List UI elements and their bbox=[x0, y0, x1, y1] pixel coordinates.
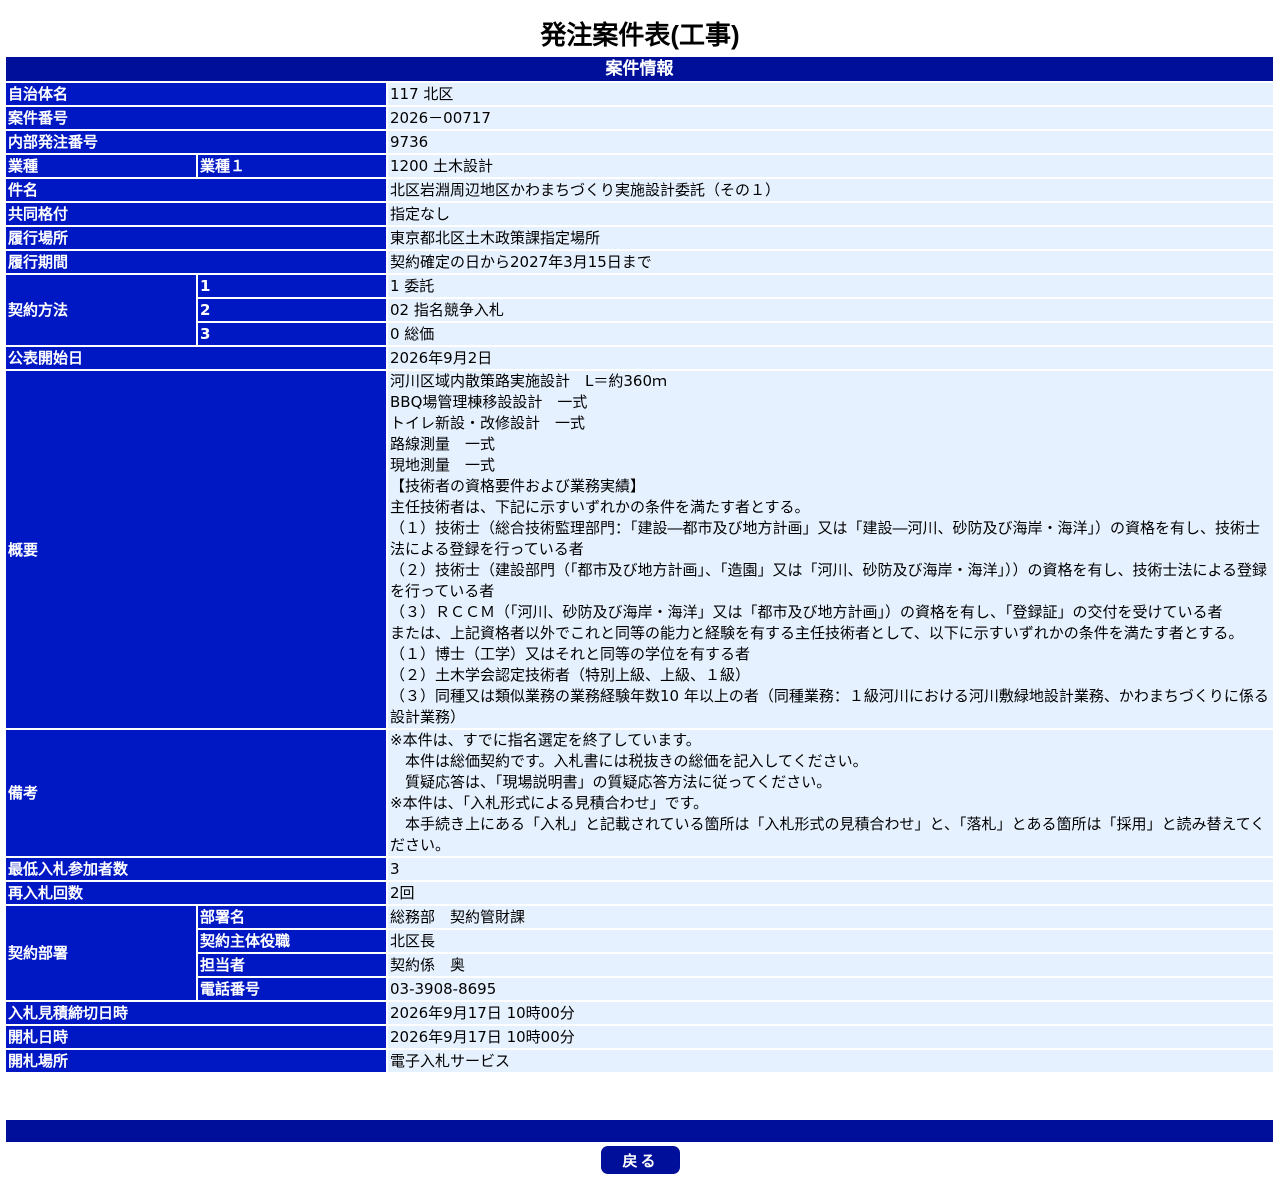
remarks-line: 本手続き上にある「入札」と記載されている箇所は「入札形式の見積合わせ」と、「落札… bbox=[390, 815, 1266, 854]
table-row: 履行期間 契約確定の日から2027年3月15日まで bbox=[6, 251, 1274, 273]
contract-method-value: 02 指名競争入札 bbox=[386, 299, 1274, 321]
publication-date-value: 2026年9月2日 bbox=[386, 347, 1274, 369]
table-row: 契約方法 1 1 委託 bbox=[6, 275, 1274, 345]
contract-method-sublabel: 1 bbox=[196, 275, 386, 297]
case-number-value: 2026－00717 bbox=[386, 107, 1274, 129]
opening-datetime-label: 開札日時 bbox=[6, 1026, 386, 1048]
remarks-line: ※本件は、すでに指名選定を終了しています。 bbox=[390, 731, 701, 749]
table-row: 案件番号 2026－00717 bbox=[6, 107, 1274, 129]
remarks-line: ※本件は、「入札形式による見積合わせ」です。 bbox=[390, 794, 709, 812]
person-in-charge-label: 担当者 bbox=[196, 954, 386, 976]
table-row: 概要 河川区域内散策路実施設計 L＝約360ｍ BBQ場管理棟移設設計 一式 ト… bbox=[6, 371, 1274, 728]
table-row: 自治体名 117 北区 bbox=[6, 83, 1274, 105]
location-label: 履行場所 bbox=[6, 227, 386, 249]
table-row: 備考 ※本件は、すでに指名選定を終了しています。 本件は総価契約です。入札書には… bbox=[6, 730, 1274, 856]
table-row: 開札場所 電子入札サービス bbox=[6, 1050, 1274, 1072]
industry-label: 業種 bbox=[6, 155, 196, 177]
table-row: 契約部署 部署名 総務部 契約管財課 bbox=[6, 906, 1274, 1000]
back-button[interactable]: 戻る bbox=[601, 1146, 680, 1174]
bid-deadline-label: 入札見積締切日時 bbox=[6, 1002, 386, 1024]
min-bidders-label: 最低入札参加者数 bbox=[6, 858, 386, 880]
rebid-count-value: 2回 bbox=[386, 882, 1274, 904]
overview-line: 現地測量 一式 bbox=[390, 456, 496, 474]
rebid-count-label: 再入札回数 bbox=[6, 882, 386, 904]
table-row: 公表開始日 2026年9月2日 bbox=[6, 347, 1274, 369]
internal-order-number-value: 9736 bbox=[386, 131, 1274, 153]
overview-line: 路線測量 一式 bbox=[390, 435, 496, 453]
overview-line: （３）ＲＣＣＭ（「河川、砂防及び海岸・海洋」又は「都市及び地方計画」）の資格を有… bbox=[390, 603, 1223, 621]
table-row: 再入札回数 2回 bbox=[6, 882, 1274, 904]
table-row: 開札日時 2026年9月17日 10時00分 bbox=[6, 1026, 1274, 1048]
overview-line: （２）技術士（建設部門（「都市及び地方計画」、「造園」又は「河川、砂防及び海岸・… bbox=[390, 561, 1268, 600]
subject-label: 件名 bbox=[6, 179, 386, 201]
opening-location-value: 電子入札サービス bbox=[386, 1050, 1274, 1072]
opening-location-label: 開札場所 bbox=[6, 1050, 386, 1072]
table-row: 最低入札参加者数 3 bbox=[6, 858, 1274, 880]
subject-value: 北区岩淵周辺地区かわまちづくり実施設計委託（その１） bbox=[386, 179, 1274, 201]
contract-method-label: 契約方法 bbox=[6, 275, 196, 345]
period-value: 契約確定の日から2027年3月15日まで bbox=[386, 251, 1274, 273]
section-header-row: 案件情報 bbox=[6, 57, 1274, 81]
table-row: 入札見積締切日時 2026年9月17日 10時00分 bbox=[6, 1002, 1274, 1024]
overview-line: 【技術者の資格要件および業務実績】 bbox=[390, 477, 646, 495]
remarks-value: ※本件は、すでに指名選定を終了しています。 本件は総価契約です。入札書には税抜き… bbox=[386, 730, 1274, 856]
overview-line: 主任技術者は、下記に示すいずれかの条件を満たす者とする。 bbox=[390, 498, 810, 516]
footer-bar bbox=[6, 1120, 1273, 1142]
contract-method-sublabel: 2 bbox=[196, 299, 386, 321]
min-bidders-value: 3 bbox=[386, 858, 1274, 880]
department-name-label: 部署名 bbox=[196, 906, 386, 928]
department-name-value: 総務部 契約管財課 bbox=[386, 906, 1274, 928]
joint-rating-label: 共同格付 bbox=[6, 203, 386, 225]
location-value: 東京都北区土木政策課指定場所 bbox=[386, 227, 1274, 249]
industry-sublabel: 業種１ bbox=[196, 155, 386, 177]
publication-date-label: 公表開始日 bbox=[6, 347, 386, 369]
bid-deadline-value: 2026年9月17日 10時00分 bbox=[386, 1002, 1274, 1024]
table-row: 履行場所 東京都北区土木政策課指定場所 bbox=[6, 227, 1274, 249]
contract-principal-label: 契約主体役職 bbox=[196, 930, 386, 952]
phone-number-value: 03-3908-8695 bbox=[386, 978, 1274, 1000]
table-row: 共同格付 指定なし bbox=[6, 203, 1274, 225]
case-info-table: 案件情報 自治体名 117 北区 案件番号 2026－00717 内部発注番号 … bbox=[6, 55, 1274, 1074]
person-in-charge-value: 契約係 奥 bbox=[386, 954, 1274, 976]
table-row: 内部発注番号 9736 bbox=[6, 131, 1274, 153]
overview-line: または、上記資格者以外でこれと同等の能力と経験を有する主任技術者として、以下に示… bbox=[390, 624, 1244, 642]
table-row: 2 02 指名競争入札 bbox=[6, 299, 1274, 321]
opening-datetime-value: 2026年9月17日 10時00分 bbox=[386, 1026, 1274, 1048]
contract-method-value: 0 総価 bbox=[386, 323, 1274, 345]
remarks-line: 本件は総価契約です。入札書には税抜きの総価を記入してください。 bbox=[390, 752, 868, 770]
municipality-value: 117 北区 bbox=[386, 83, 1274, 105]
contract-method-sublabel: 3 bbox=[196, 323, 386, 345]
remarks-line: 質疑応答は、「現場説明書」の質疑応答方法に従ってください。 bbox=[390, 773, 832, 791]
table-row: 業種 業種１ 1200 土木設計 bbox=[6, 155, 1274, 177]
overview-line: （２）土木学会認定技術者（特別上級、上級、１級） bbox=[390, 666, 751, 684]
table-row: 担当者 契約係 奥 bbox=[6, 954, 1274, 976]
overview-line: トイレ新設・改修設計 一式 bbox=[390, 414, 586, 432]
table-row: 3 0 総価 bbox=[6, 323, 1274, 345]
overview-line: （１）博士（工学）又はそれと同等の学位を有する者 bbox=[390, 645, 751, 663]
overview-line: （１）技術士（総合技術監理部門：「建設―都市及び地方計画」又は「建設―河川、砂防… bbox=[390, 519, 1261, 558]
contract-department-label: 契約部署 bbox=[6, 906, 196, 1000]
contract-principal-value: 北区長 bbox=[386, 930, 1274, 952]
internal-order-number-label: 内部発注番号 bbox=[6, 131, 386, 153]
overview-label: 概要 bbox=[6, 371, 386, 728]
phone-number-label: 電話番号 bbox=[196, 978, 386, 1000]
joint-rating-value: 指定なし bbox=[386, 203, 1274, 225]
overview-line: BBQ場管理棟移設設計 一式 bbox=[390, 393, 588, 411]
municipality-label: 自治体名 bbox=[6, 83, 386, 105]
table-row: 契約主体役職 北区長 bbox=[6, 930, 1274, 952]
remarks-label: 備考 bbox=[6, 730, 386, 856]
industry-value: 1200 土木設計 bbox=[386, 155, 1274, 177]
section-title: 案件情報 bbox=[6, 57, 1274, 81]
page-title: 発注案件表(工事) bbox=[540, 20, 740, 50]
overview-line: （３）同種又は類似業務の業務経験年数10 年以上の者（同種業務：１級河川における… bbox=[390, 687, 1269, 726]
overview-line: 河川区域内散策路実施設計 L＝約360ｍ bbox=[390, 372, 667, 390]
table-row: 件名 北区岩淵周辺地区かわまちづくり実施設計委託（その１） bbox=[6, 179, 1274, 201]
case-number-label: 案件番号 bbox=[6, 107, 386, 129]
page: 発注案件表(工事) 案件情報 自治体名 117 北区 案件番号 2026－007… bbox=[0, 0, 1280, 1177]
table-row: 電話番号 03-3908-8695 bbox=[6, 978, 1274, 1000]
period-label: 履行期間 bbox=[6, 251, 386, 273]
overview-value: 河川区域内散策路実施設計 L＝約360ｍ BBQ場管理棟移設設計 一式 トイレ新… bbox=[386, 371, 1274, 728]
contract-method-value: 1 委託 bbox=[386, 275, 1274, 297]
